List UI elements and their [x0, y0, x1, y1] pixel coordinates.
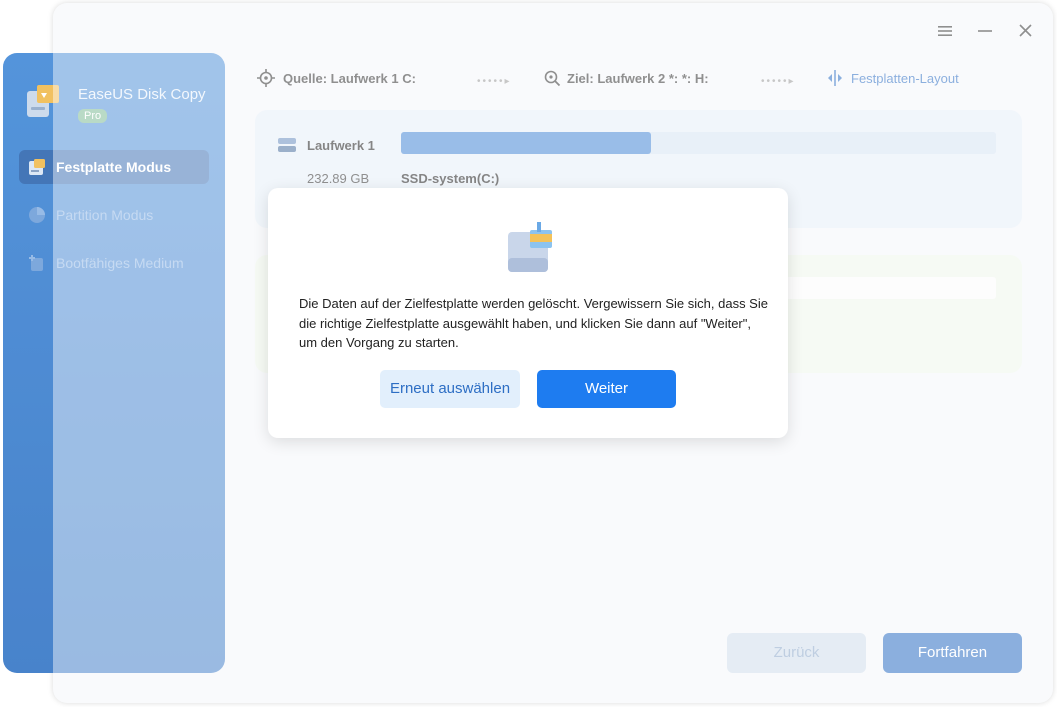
- disk-erase-icon: [508, 222, 552, 272]
- next-button[interactable]: Weiter: [537, 370, 676, 408]
- confirm-dialog: Die Daten auf der Zielfestplatte werden …: [268, 188, 788, 438]
- reselect-button[interactable]: Erneut auswählen: [380, 370, 520, 408]
- dialog-message: Die Daten auf der Zielfestplatte werden …: [299, 296, 768, 350]
- sidebar-backdrop: [3, 53, 225, 673]
